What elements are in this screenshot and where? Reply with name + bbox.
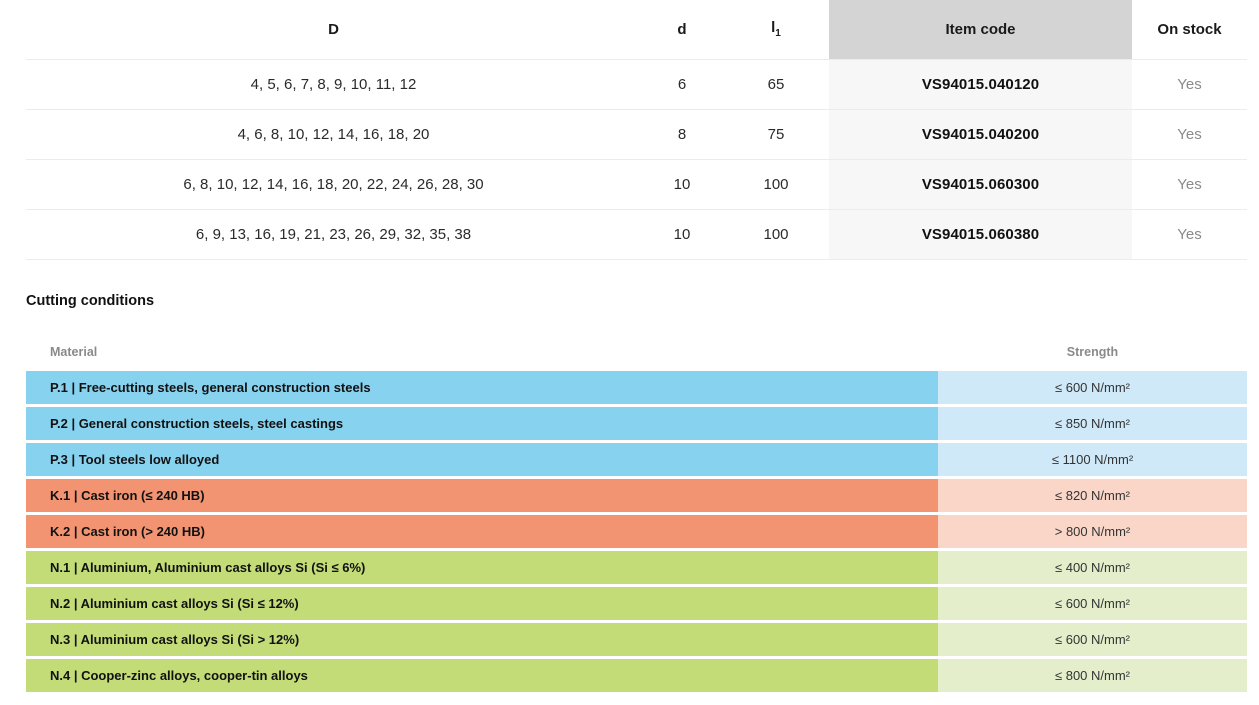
table-header-row: D d l1 Item code On stock <box>26 0 1247 59</box>
cutting-conditions-title: Cutting conditions <box>26 293 155 309</box>
column-header-D: D <box>328 20 339 38</box>
cell-D: 4, 5, 6, 7, 8, 9, 10, 11, 12 <box>26 58 641 109</box>
cell-material: K.2 | Cast iron (> 240 HB) <box>26 515 938 548</box>
cell-d: 10 <box>641 208 723 260</box>
cell-on-stock: Yes <box>1132 58 1247 109</box>
column-header-on-stock: On stock <box>1157 20 1222 38</box>
dimensions-table-body: 4, 5, 6, 7, 8, 9, 10, 11, 12 6 65 VS9401… <box>26 58 1247 260</box>
material-row: K.1 | Cast iron (≤ 240 HB) ≤ 820 N/mm² <box>26 479 1247 512</box>
cell-on-stock: Yes <box>1132 108 1247 159</box>
column-header-l1-subscript: 1 <box>775 28 781 40</box>
table-row: 6, 8, 10, 12, 14, 16, 18, 20, 22, 24, 26… <box>26 158 1247 209</box>
cell-D: 6, 8, 10, 12, 14, 16, 18, 20, 22, 24, 26… <box>26 158 641 209</box>
table-row: 4, 6, 8, 10, 12, 14, 16, 18, 20 8 75 VS9… <box>26 108 1247 159</box>
cutting-conditions-head: Material Strength <box>26 336 1247 368</box>
dimensions-table-container: D d l1 Item code On stock 4, 5, 6, 7, 8,… <box>26 0 1247 260</box>
material-row: N.4 | Cooper-zinc alloys, cooper-tin all… <box>26 659 1247 692</box>
dimensions-table: D d l1 Item code On stock 4, 5, 6, 7, 8,… <box>26 0 1247 260</box>
column-header-item-code: Item code <box>829 0 1132 59</box>
cell-strength: ≤ 600 N/mm² <box>938 587 1247 620</box>
cell-strength: > 800 N/mm² <box>938 515 1247 548</box>
table-header-row: Material Strength <box>26 336 1247 368</box>
cell-material: N.1 | Aluminium, Aluminium cast alloys S… <box>26 551 938 584</box>
table-row: 6, 9, 13, 16, 19, 21, 23, 26, 29, 32, 35… <box>26 208 1247 260</box>
cell-strength: ≤ 850 N/mm² <box>938 407 1247 440</box>
cell-d: 8 <box>641 108 723 159</box>
cell-material: P.3 | Tool steels low alloyed <box>26 443 938 476</box>
material-row: N.3 | Aluminium cast alloys Si (Si > 12%… <box>26 623 1247 656</box>
cell-material: K.1 | Cast iron (≤ 240 HB) <box>26 479 938 512</box>
cell-strength: ≤ 1100 N/mm² <box>938 443 1247 476</box>
cell-l1: 100 <box>723 208 829 260</box>
cell-material: P.2 | General construction steels, steel… <box>26 407 938 440</box>
cell-item-code[interactable]: VS94015.040200 <box>829 108 1132 159</box>
cell-material: N.2 | Aluminium cast alloys Si (Si ≤ 12%… <box>26 587 938 620</box>
cell-strength: ≤ 820 N/mm² <box>938 479 1247 512</box>
cell-strength: ≤ 600 N/mm² <box>938 623 1247 656</box>
table-row: 4, 5, 6, 7, 8, 9, 10, 11, 12 6 65 VS9401… <box>26 58 1247 109</box>
cell-l1: 100 <box>723 158 829 209</box>
cell-on-stock: Yes <box>1132 208 1247 260</box>
cell-l1: 75 <box>723 108 829 159</box>
cell-strength: ≤ 600 N/mm² <box>938 371 1247 404</box>
cell-l1: 65 <box>723 58 829 109</box>
cell-material: N.4 | Cooper-zinc alloys, cooper-tin all… <box>26 659 938 692</box>
cutting-conditions-body: P.1 | Free-cutting steels, general const… <box>26 371 1247 692</box>
material-row: N.1 | Aluminium, Aluminium cast alloys S… <box>26 551 1247 584</box>
dimensions-table-head: D d l1 Item code On stock <box>26 0 1247 59</box>
cutting-conditions-table-container: Material Strength P.1 | Free-cutting ste… <box>26 333 1247 695</box>
column-header-l1: l1 <box>723 0 829 59</box>
cell-item-code[interactable]: VS94015.060300 <box>829 158 1132 209</box>
cutting-conditions-table: Material Strength P.1 | Free-cutting ste… <box>26 333 1247 695</box>
cell-d: 10 <box>641 158 723 209</box>
cell-material: P.1 | Free-cutting steels, general const… <box>26 371 938 404</box>
cell-item-code[interactable]: VS94015.060380 <box>829 208 1132 260</box>
material-row: N.2 | Aluminium cast alloys Si (Si ≤ 12%… <box>26 587 1247 620</box>
cell-strength: ≤ 800 N/mm² <box>938 659 1247 692</box>
material-row: P.1 | Free-cutting steels, general const… <box>26 371 1247 404</box>
cell-item-code[interactable]: VS94015.040120 <box>829 58 1132 109</box>
material-row: K.2 | Cast iron (> 240 HB) > 800 N/mm² <box>26 515 1247 548</box>
cell-material: N.3 | Aluminium cast alloys Si (Si > 12%… <box>26 623 938 656</box>
cell-on-stock: Yes <box>1132 158 1247 209</box>
cell-D: 4, 6, 8, 10, 12, 14, 16, 18, 20 <box>26 108 641 159</box>
column-header-material: Material <box>50 345 98 359</box>
material-row: P.2 | General construction steels, steel… <box>26 407 1247 440</box>
column-header-d: d <box>677 20 687 38</box>
cell-d: 6 <box>641 58 723 109</box>
cell-strength: ≤ 400 N/mm² <box>938 551 1247 584</box>
column-header-strength: Strength <box>1066 345 1119 359</box>
material-row: P.3 | Tool steels low alloyed ≤ 1100 N/mm… <box>26 443 1247 476</box>
cell-D: 6, 9, 13, 16, 19, 21, 23, 26, 29, 32, 35… <box>26 208 641 260</box>
product-specs-page: D d l1 Item code On stock 4, 5, 6, 7, 8,… <box>0 0 1259 705</box>
